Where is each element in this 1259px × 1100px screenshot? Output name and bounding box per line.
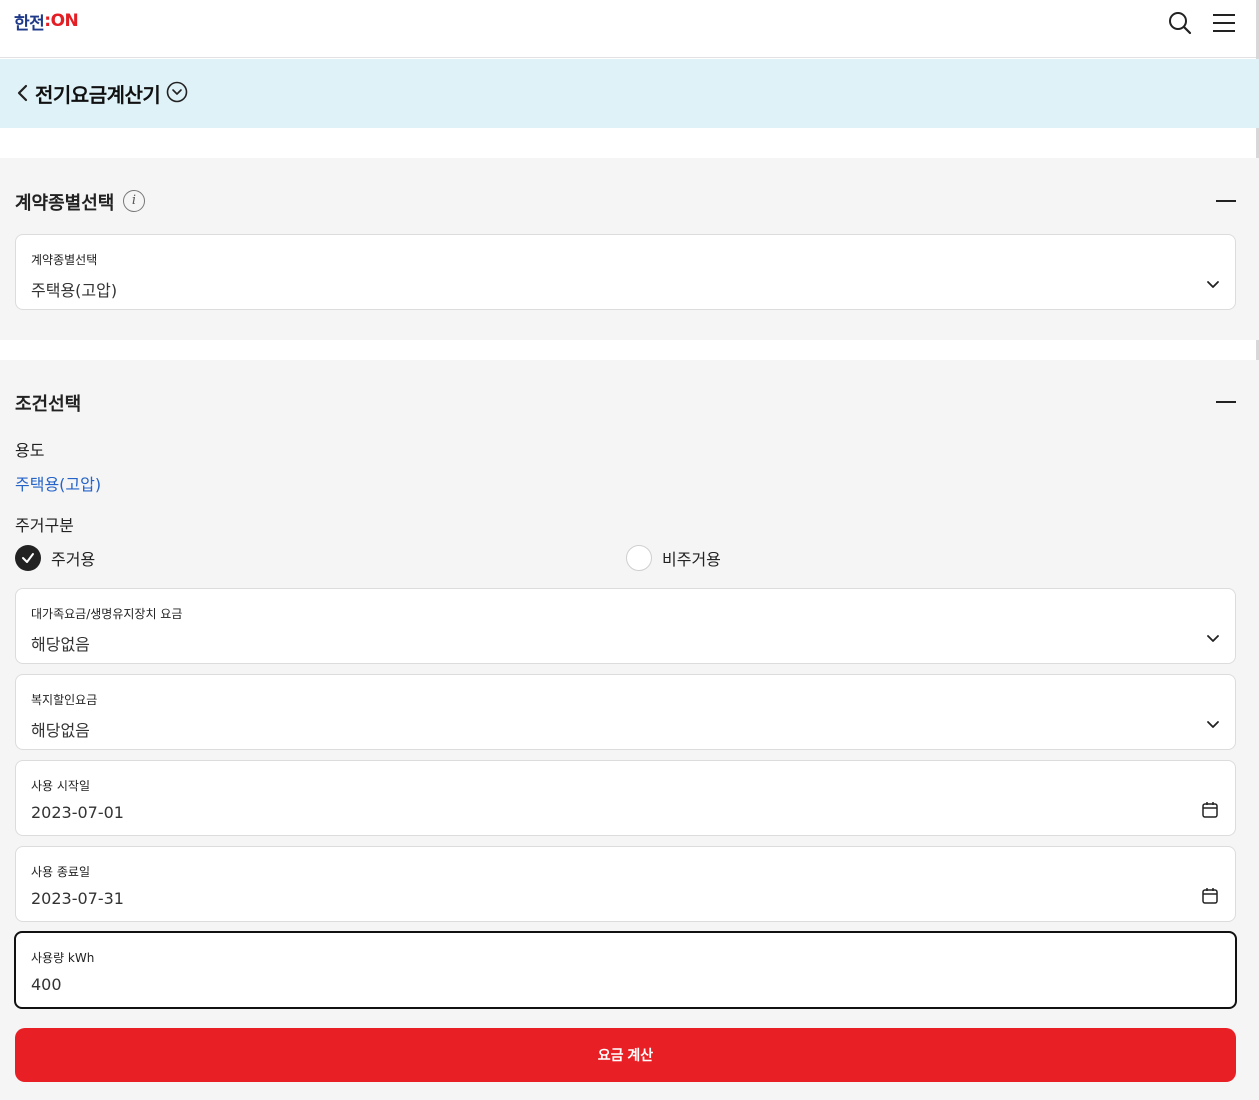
start-date-field[interactable]: 사용 시작일 2023-07-01 [15, 760, 1236, 836]
family-rate-label: 대가족요금/생명유지장치 요금 [31, 607, 183, 621]
page-subheader [0, 59, 1259, 128]
family-rate-select[interactable]: 대가족요금/생명유지장치 요금 해당없음 [15, 588, 1236, 664]
radio-residential[interactable]: 주거용 [15, 545, 95, 571]
radio-non-residential[interactable]: 비주거용 [626, 545, 721, 571]
logo-text-on: :ON [44, 11, 79, 31]
circle-chevron-down-icon[interactable] [166, 81, 188, 103]
calendar-icon[interactable] [1201, 887, 1219, 905]
residence-type-label: 주거구분 [15, 516, 74, 535]
contract-type-value: 주택용(고압) [31, 281, 118, 300]
calendar-icon[interactable] [1201, 801, 1219, 819]
end-date-field[interactable]: 사용 종료일 2023-07-31 [15, 846, 1236, 922]
welfare-discount-value: 해당없음 [31, 721, 90, 740]
welfare-discount-select[interactable]: 복지할인요금 해당없음 [15, 674, 1236, 750]
contract-section-title: 계약종별선택 [15, 193, 115, 214]
top-navigation-bar: 한전 :ON [0, 0, 1259, 58]
radio-non-residential-label: 비주거용 [662, 550, 721, 569]
chevron-down-icon [1207, 281, 1219, 288]
collapse-minus-icon[interactable] [1216, 401, 1236, 403]
page-title: 전기요금계산기 [35, 83, 161, 107]
start-date-value[interactable]: 2023-07-01 [31, 803, 124, 822]
search-icon[interactable] [1167, 10, 1193, 36]
contract-type-select[interactable]: 계약종별선택 주택용(고압) [15, 234, 1236, 310]
collapse-minus-icon[interactable] [1216, 200, 1236, 202]
chevron-left-icon[interactable] [15, 82, 31, 104]
welfare-discount-label: 복지할인요금 [31, 693, 98, 707]
chevron-down-icon [1207, 721, 1219, 728]
radio-residential-label: 주거용 [51, 550, 96, 569]
chevron-down-icon [1207, 635, 1219, 642]
kepco-on-logo[interactable]: 한전 :ON [14, 10, 79, 34]
usage-label: 용도 [15, 441, 45, 460]
end-date-value[interactable]: 2023-07-31 [31, 889, 124, 908]
start-date-label: 사용 시작일 [31, 779, 91, 793]
info-icon[interactable]: i [123, 190, 145, 212]
condition-section-title: 조건선택 [15, 394, 82, 415]
logo-text-main: 한전 [14, 13, 45, 34]
usage-value: 주택용(고압) [15, 475, 102, 494]
calculate-fee-button[interactable]: 요금 계산 [15, 1028, 1236, 1082]
usage-amount-label: 사용량 kWh [31, 951, 95, 965]
usage-amount-value[interactable]: 400 [31, 975, 62, 994]
hamburger-menu-icon[interactable] [1211, 10, 1237, 36]
end-date-label: 사용 종료일 [31, 865, 91, 879]
checkmark-icon [15, 545, 41, 571]
radio-empty-icon [626, 545, 652, 571]
contract-type-label: 계약종별선택 [31, 253, 98, 267]
usage-amount-input[interactable]: 사용량 kWh 400 [14, 931, 1237, 1009]
family-rate-value: 해당없음 [31, 635, 90, 654]
